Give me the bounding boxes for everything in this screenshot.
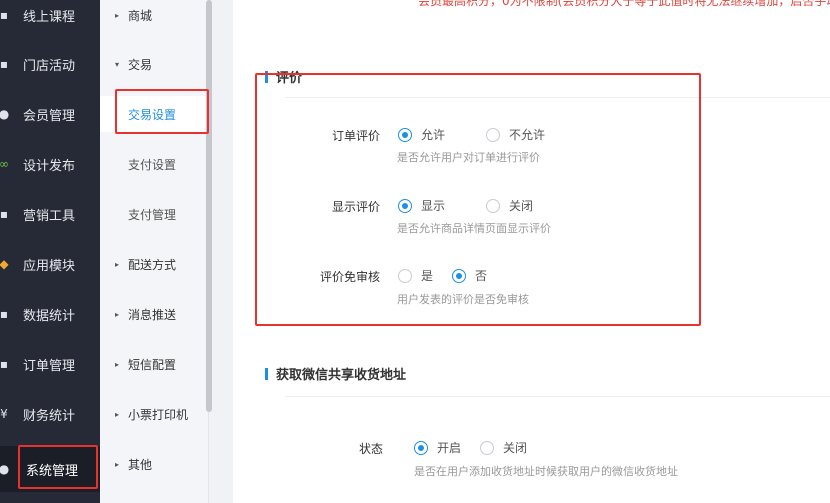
submenu-item-label: 小票打印机 xyxy=(128,407,189,422)
section-title-wechat-address: 获取微信共享收货地址 xyxy=(265,364,406,383)
submenu-item-label: 商城 xyxy=(128,8,153,23)
radio-circle xyxy=(414,440,428,455)
main-sidebar: ▪ 线上课程 ▪ 门店活动 ● 会员管理 ∞ 设计发布 ▪ 营销工具 ◆ 应用模… xyxy=(0,0,100,503)
sidebar-item-label: 应用模块 xyxy=(23,258,76,274)
chevron-right-icon: ▸ xyxy=(115,259,120,269)
section-title-text: 获取微信共享收货地址 xyxy=(276,368,407,383)
address-status-label: 状态 xyxy=(358,442,383,456)
user-icon: ● xyxy=(0,107,10,121)
address-status-on-radio[interactable]: 开启 xyxy=(414,439,461,456)
radio-label: 关闭 xyxy=(503,441,528,455)
submenu-item-label: 交易 xyxy=(128,57,153,72)
submenu-item-trade[interactable]: ▾ 交易 xyxy=(100,46,208,82)
sidebar-item-label: 门店活动 xyxy=(23,58,76,74)
tool-icon: ▪ xyxy=(0,207,9,221)
course-icon: ▪ xyxy=(0,8,9,22)
sidebar-item-label: 设计发布 xyxy=(23,158,76,174)
chevron-right-icon: ▸ xyxy=(115,309,120,319)
submenu-item-label: 短信配置 xyxy=(128,357,177,372)
chart-icon: ▪ xyxy=(0,307,9,321)
sidebar-item-design[interactable]: ∞ 设计发布 xyxy=(0,146,100,182)
submenu-item-label: 消息推送 xyxy=(128,307,177,322)
submenu-item-mall[interactable]: ▸ 商城 xyxy=(100,0,208,33)
submenu-item-sms[interactable]: ▸ 短信配置 xyxy=(100,346,208,382)
sidebar-item-marketing[interactable]: ▪ 营销工具 xyxy=(0,196,100,232)
submenu: ▸ 商城 ▾ 交易 交易设置 支付设置 支付管理 ▸ 配送方式 ▸ 消息推送 ▸… xyxy=(100,0,209,503)
sidebar-item-app-module[interactable]: ◆ 应用模块 xyxy=(0,246,100,282)
annotation-highlight-trade-settings xyxy=(115,89,209,134)
submenu-item-printer[interactable]: ▸ 小票打印机 xyxy=(100,396,208,432)
system-icon: ● xyxy=(0,462,10,476)
finance-icon: ¥ xyxy=(0,407,8,421)
chevron-right-icon: ▸ xyxy=(115,10,120,20)
sidebar-item-label: 会员管理 xyxy=(23,108,76,124)
chevron-down-icon: ▾ xyxy=(115,59,120,69)
radio-circle xyxy=(480,440,494,455)
sidebar-item-label: 订单管理 xyxy=(23,358,76,374)
submenu-item-label: 其他 xyxy=(128,457,153,472)
sidebar-item-member[interactable]: ● 会员管理 xyxy=(0,96,100,132)
app-icon: ◆ xyxy=(0,257,9,271)
submenu-item-pay-settings[interactable]: 支付设置 xyxy=(100,146,208,182)
submenu-item-delivery[interactable]: ▸ 配送方式 xyxy=(100,246,208,282)
address-status-hint: 是否在用户添加收货地址时候获取用户的微信收货地址 xyxy=(414,465,678,478)
sidebar-item-label: 财务统计 xyxy=(23,408,76,424)
submenu-item-other[interactable]: ▸ 其他 xyxy=(100,446,208,482)
store-icon: ▪ xyxy=(0,57,9,71)
sidebar-item-data-stats[interactable]: ▪ 数据统计 xyxy=(0,296,100,332)
sidebar-item-finance[interactable]: ¥ 财务统计 xyxy=(0,396,100,432)
sidebar-item-store-activity[interactable]: ▪ 门店活动 xyxy=(0,46,100,82)
link-icon: ∞ xyxy=(0,157,9,171)
order-icon: ▪ xyxy=(0,357,9,371)
sidebar-item-orders[interactable]: ▪ 订单管理 xyxy=(0,346,100,382)
annotation-highlight-system xyxy=(18,445,98,489)
sidebar-item-label: 数据统计 xyxy=(23,308,76,324)
submenu-item-push[interactable]: ▸ 消息推送 xyxy=(100,296,208,332)
annotation-highlight-review-section xyxy=(255,73,701,326)
section-marker xyxy=(265,367,268,380)
chevron-right-icon: ▸ xyxy=(115,409,120,419)
points-hint-text: 会员最高积分，0为不限制(会员积分大于等于此值时将无法继续增加，启否手动充 xyxy=(418,0,830,8)
sidebar-item-label: 线上课程 xyxy=(23,9,76,25)
address-status-off-radio[interactable]: 关闭 xyxy=(480,439,527,456)
submenu-item-label: 配送方式 xyxy=(128,257,177,272)
submenu-item-pay-management[interactable]: 支付管理 xyxy=(100,196,208,232)
submenu-item-label: 支付管理 xyxy=(128,207,177,222)
chevron-right-icon: ▸ xyxy=(115,359,120,369)
sidebar-item-online-course[interactable]: ▪ 线上课程 xyxy=(0,0,100,33)
sidebar-item-label: 营销工具 xyxy=(23,208,76,224)
chevron-right-icon: ▸ xyxy=(115,459,120,469)
section-divider xyxy=(285,396,830,397)
radio-label: 开启 xyxy=(437,441,462,455)
submenu-item-label: 支付设置 xyxy=(128,157,177,172)
